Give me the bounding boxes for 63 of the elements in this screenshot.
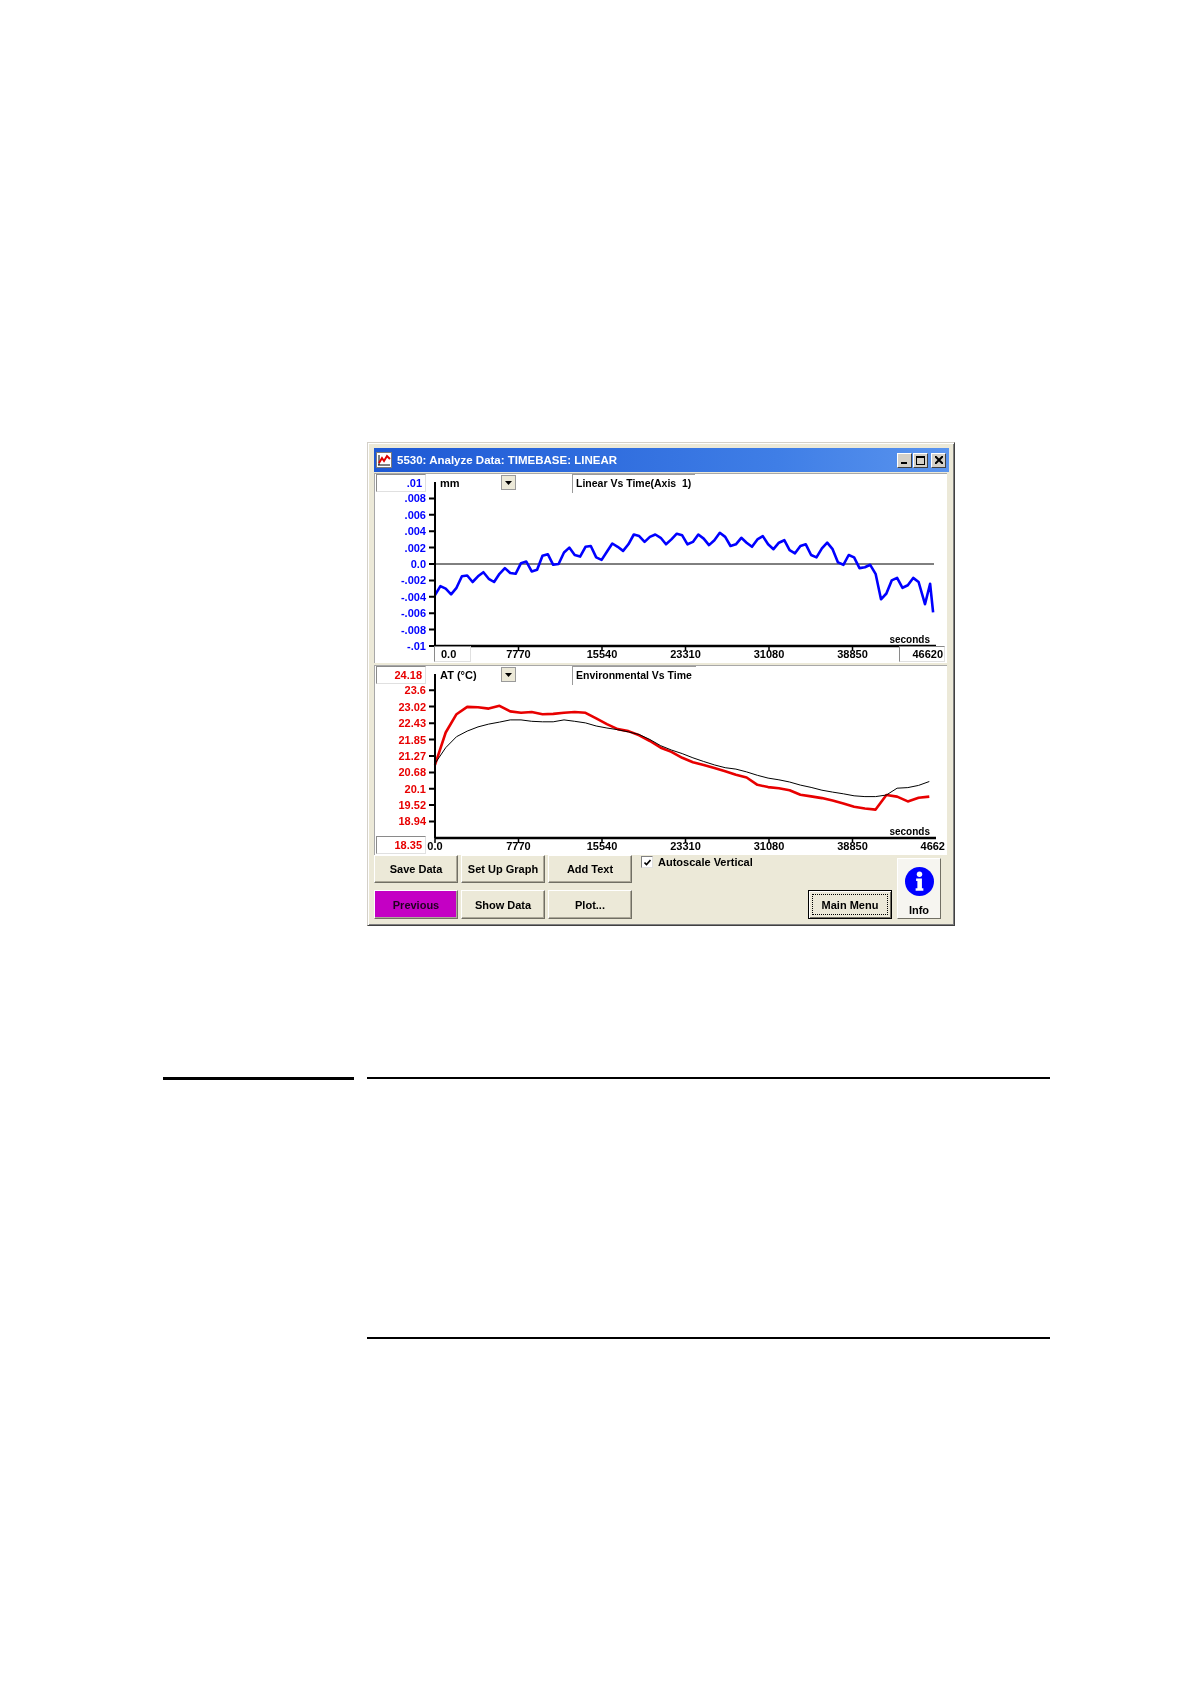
check-icon (643, 858, 651, 866)
x-tick-label: 0.0 (427, 840, 443, 852)
chart-title: Linear Vs Time(Axis 1) (572, 474, 696, 493)
x-tick-label: 31080 (753, 648, 785, 660)
y-tick-label: 20.68 (398, 766, 426, 779)
caret-down-icon (501, 667, 516, 682)
x-max-field[interactable]: 46620 (899, 646, 945, 662)
x-min-field[interactable]: 0.0 (434, 646, 471, 662)
y-tick-label: -.004 (400, 590, 426, 603)
y-tick-label: 23.6 (404, 684, 426, 697)
y-tick-label: 19.52 (398, 799, 426, 812)
y-tick-label: .002 (404, 541, 426, 554)
x-axis-label: seconds (889, 634, 930, 645)
x-tick-label: 38850 (837, 648, 868, 660)
y-tick-label: 21.27 (398, 749, 426, 762)
y-tick-label: -.006 (400, 607, 426, 620)
y-tick-label: 22.43 (398, 717, 426, 730)
set-up-graph-button[interactable]: Set Up Graph (461, 855, 545, 883)
x-tick-label: 15540 (586, 648, 618, 660)
unit-dropdown[interactable]: AT (°C) (437, 666, 517, 683)
y-tick-label: -.008 (400, 623, 426, 636)
info-button[interactable]: Info (897, 858, 941, 919)
y-tick-label: .006 (404, 508, 426, 521)
y-tick-label: -.01 (407, 640, 426, 652)
x-tick-label: 38850 (837, 840, 868, 852)
show-data-button[interactable]: Show Data (461, 890, 545, 919)
checkbox-label: Autoscale Vertical (658, 856, 753, 868)
autoscale-checkbox[interactable] (641, 856, 653, 868)
graph-icon (376, 452, 392, 468)
add-text-button[interactable]: Add Text (548, 855, 632, 883)
unit-dropdown[interactable]: mm (437, 474, 517, 491)
x-tick-label: 23310 (670, 648, 701, 660)
x-tick-label: 4662 (920, 840, 945, 854)
x-tick-label: 31080 (753, 840, 785, 852)
previous-button[interactable]: Previous (374, 890, 458, 919)
window-title: 5530: Analyze Data: TIMEBASE: LINEAR (397, 454, 618, 466)
y-tick-label: 20.1 (404, 782, 426, 795)
plot-button[interactable]: Plot... (548, 890, 632, 919)
x-tick-label: 7770 (506, 648, 531, 660)
chart-title: Environmental Vs Time (572, 666, 696, 685)
close-icon (934, 456, 943, 464)
maximize-button[interactable] (913, 452, 928, 468)
main-menu-button[interactable]: Main Menu (808, 890, 892, 919)
y-tick-label: .004 (404, 525, 426, 538)
minimize-button[interactable] (897, 452, 912, 468)
x-tick-label: 7770 (506, 840, 531, 852)
y-max-field[interactable]: 24.18 (376, 666, 426, 684)
y-tick-label: .008 (404, 492, 426, 505)
info-icon (904, 867, 934, 896)
y-min-field[interactable]: 18.35 (376, 836, 426, 854)
maximize-icon (916, 455, 925, 465)
save-data-button[interactable]: Save Data (374, 855, 458, 883)
y-tick-label: -.002 (400, 574, 426, 587)
caret-down-icon (501, 475, 516, 490)
y-tick-label: 18.94 (398, 815, 426, 828)
y-tick-label: 21.85 (398, 733, 426, 746)
x-tick-label: 23310 (670, 840, 701, 852)
x-axis-label: seconds (889, 826, 930, 837)
close-button[interactable] (931, 452, 946, 468)
y-tick-label: 23.02 (398, 700, 426, 713)
y-tick-label: 0.0 (410, 558, 426, 570)
y-max-field[interactable]: .01 (376, 474, 426, 492)
x-tick-label: 15540 (586, 840, 618, 852)
